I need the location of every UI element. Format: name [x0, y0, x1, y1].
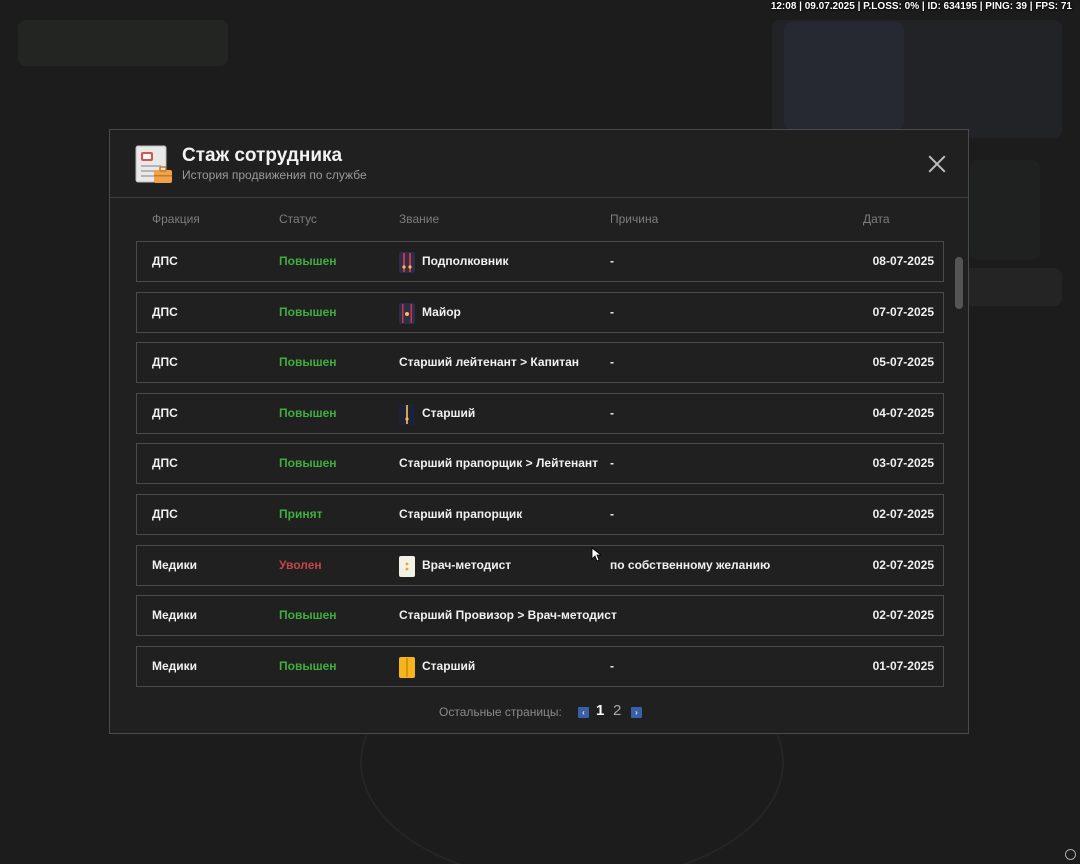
status-bar: 12:08 | 09.07.2025 | P.LOSS: 0% | ID: 63… [770, 1, 1072, 12]
row-reason: - [610, 254, 614, 268]
table-row: Медики Повышен Старший Провизор > Врач-м… [136, 595, 944, 636]
row-rank: Старший прапорщик [399, 507, 523, 521]
row-rank: Подполковник [422, 254, 509, 268]
table-header: Фракция Статус Звание Причина Дата [110, 212, 968, 230]
pagination-label: Остальные страницы: [439, 705, 562, 719]
column-header-date: Дата [863, 212, 890, 226]
hud-portrait [784, 22, 904, 130]
row-reason: - [610, 456, 614, 470]
table-row: Медики Уволен Врач-методист по собственн… [136, 545, 944, 586]
row-rank: Майор [422, 305, 461, 319]
row-date: 05-07-2025 [872, 355, 934, 369]
close-icon[interactable] [922, 149, 952, 179]
row-date: 02-07-2025 [872, 507, 934, 521]
row-rank: Старший [422, 659, 476, 673]
row-reason: - [610, 305, 614, 319]
shoulder-strap-one-star-icon [399, 303, 415, 324]
column-header-reason: Причина [610, 212, 659, 226]
hud-bar [962, 268, 1062, 306]
row-date: 01-07-2025 [872, 659, 934, 673]
modal-subtitle: История продвижения по службе [182, 168, 367, 182]
shoulder-strap-two-stripes-icon [399, 252, 415, 273]
shoulder-strap-yellow-icon [399, 657, 415, 678]
row-fraction: ДПС [152, 456, 178, 470]
row-rank: Старший Провизор > Врач-методист [399, 608, 617, 622]
row-status: Повышен [279, 254, 337, 268]
row-date: 02-07-2025 [872, 608, 934, 622]
row-rank: Врач-методист [422, 558, 512, 572]
row-fraction: ДПС [152, 355, 178, 369]
mouse-cursor-icon [591, 547, 603, 562]
row-reason: по собственному желанию [610, 558, 771, 572]
row-fraction: Медики [152, 659, 198, 673]
row-reason: - [610, 659, 614, 673]
row-fraction: ДПС [152, 406, 178, 420]
column-header-status: Статус [279, 212, 317, 226]
row-date: 07-07-2025 [872, 305, 934, 319]
row-rank: Старший [422, 406, 476, 420]
row-status: Повышен [279, 608, 337, 622]
column-header-rank: Звание [399, 212, 440, 226]
table-row: ДПС Повышен Старший - 04-07-2025 [136, 393, 944, 434]
page-2-link[interactable]: 2 [613, 702, 621, 719]
page-1-link[interactable]: 1 [596, 702, 604, 719]
row-reason: - [610, 355, 614, 369]
shoulder-strap-dark-icon [399, 404, 415, 425]
row-fraction: ДПС [152, 507, 178, 521]
modal-header: Стаж сотрудника История продвижения по с… [110, 130, 968, 198]
shoulder-strap-white-icon [399, 556, 415, 577]
row-rank: Старший прапорщик > Лейтенант [399, 456, 599, 470]
document-badge-icon [135, 145, 172, 183]
row-reason: - [610, 507, 614, 521]
history-list[interactable]: ДПС Повышен Подполковник - 08-07-2025 ДП… [136, 241, 944, 688]
row-status: Повышен [279, 456, 337, 470]
scrollbar-thumb[interactable] [955, 257, 963, 309]
server-logo-block [18, 20, 228, 66]
row-date: 08-07-2025 [872, 254, 934, 268]
row-status: Повышен [279, 355, 337, 369]
table-row: ДПС Повышен Майор - 07-07-2025 [136, 292, 944, 333]
row-reason: - [610, 406, 614, 420]
row-status: Уволен [279, 558, 322, 572]
row-status: Повышен [279, 305, 337, 319]
service-history-modal: Стаж сотрудника История продвижения по с… [109, 129, 969, 734]
row-fraction: ДПС [152, 305, 178, 319]
settings-icon[interactable] [1065, 849, 1076, 860]
table-row: ДПС Повышен Старший лейтенант > Капитан … [136, 342, 944, 383]
chevron-right-icon[interactable]: › [631, 707, 642, 718]
row-date: 02-07-2025 [872, 558, 934, 572]
row-status: Повышен [279, 406, 337, 420]
row-date: 03-07-2025 [872, 456, 934, 470]
row-fraction: Медики [152, 608, 198, 622]
hud-side-panel [970, 160, 1040, 260]
row-fraction: ДПС [152, 254, 178, 268]
row-status: Принят [279, 507, 323, 521]
table-row: ДПС Повышен Старший прапорщик > Лейтенан… [136, 443, 944, 484]
modal-title: Стаж сотрудника [182, 145, 343, 166]
row-status: Повышен [279, 659, 337, 673]
chevron-left-icon[interactable]: ‹ [578, 707, 589, 718]
row-date: 04-07-2025 [872, 406, 934, 420]
row-rank: Старший лейтенант > Капитан [399, 355, 579, 369]
pagination: Остальные страницы: ‹ 1 2 › [110, 702, 968, 722]
column-header-fraction: Фракция [152, 212, 200, 226]
row-fraction: Медики [152, 558, 198, 572]
table-row: ДПС Принят Старший прапорщик - 02-07-202… [136, 494, 944, 535]
table-row: ДПС Повышен Подполковник - 08-07-2025 [136, 241, 944, 282]
table-row: Медики Повышен Старший - 01-07-2025 [136, 646, 944, 687]
